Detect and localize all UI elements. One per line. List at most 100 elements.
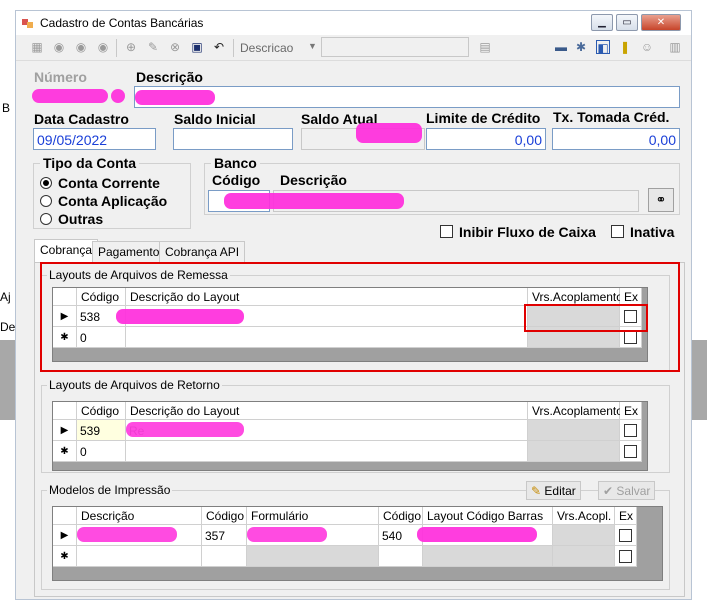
impressao-row1-layout[interactable] — [417, 525, 553, 546]
radio-conta-aplicacao[interactable]: Conta Aplicação — [40, 193, 167, 209]
banco-descricao-input — [224, 190, 639, 212]
background-panel-right — [692, 340, 707, 420]
minimize-button[interactable]: ▁ — [591, 14, 613, 31]
close-button[interactable]: ✕ — [641, 14, 681, 31]
retorno-row2-ex[interactable] — [620, 441, 642, 462]
delete-icon[interactable]: ⊗ — [168, 40, 182, 54]
saldo-inicial-input[interactable] — [173, 128, 293, 150]
col-descricao[interactable]: Descrição do Layout — [126, 402, 528, 420]
col-ex[interactable]: Ex — [620, 402, 642, 420]
impressao-row1-codigo[interactable]: 357 — [202, 525, 247, 546]
user-icon[interactable]: ☺ — [640, 40, 654, 54]
col-vrs-acopl[interactable]: Vrs.Acopl. — [553, 507, 615, 525]
numero-redacted — [32, 89, 108, 103]
tab-pagamento[interactable]: Pagamento — [92, 241, 166, 262]
settings-icon[interactable]: ✱ — [574, 40, 588, 54]
impressao-row1-vrs[interactable] — [553, 525, 615, 546]
limite-credito-input[interactable]: 0,00 — [426, 128, 546, 150]
col-ex[interactable]: Ex — [615, 507, 637, 525]
col-formulario[interactable]: Formulário — [247, 507, 379, 525]
retorno-row2-codigo[interactable]: 0 — [77, 441, 126, 462]
retorno-row2-vrs[interactable] — [528, 441, 620, 462]
tx-tomada-input[interactable]: 0,00 — [552, 128, 680, 150]
numero-label: Número — [34, 69, 87, 85]
impressao-row1-ex[interactable] — [615, 525, 637, 546]
last-record-icon[interactable]: ◉ — [96, 40, 110, 54]
exit-icon[interactable]: ▥ — [668, 40, 682, 54]
impressao-row2-descricao[interactable] — [77, 546, 202, 567]
saldo-atual-input[interactable] — [301, 123, 425, 150]
window-title: Cadastro de Contas Bancárias — [40, 16, 204, 30]
chevron-down-icon[interactable]: ▼ — [308, 41, 317, 51]
radio-outras[interactable]: Outras — [40, 211, 103, 227]
impressao-row2-layout[interactable] — [423, 546, 553, 567]
tx-tomada-label: Tx. Tomada Créd. — [553, 109, 670, 125]
banco-title: Banco — [211, 155, 260, 171]
title-bar: Cadastro de Contas Bancárias ▁ ▭ ✕ — [16, 11, 691, 35]
impressao-row2-codigo[interactable] — [202, 546, 247, 567]
impressao-row2-formulario[interactable] — [247, 546, 379, 567]
binoculars-icon: ⚭ — [655, 192, 667, 207]
inibir-fluxo-checkbox[interactable]: Inibir Fluxo de Caixa — [440, 224, 596, 240]
row-current-icon: ▶ — [53, 420, 77, 441]
highlight-vrs-acoplamento — [524, 304, 648, 332]
descricao-input[interactable] — [134, 86, 680, 108]
report-icon[interactable]: ◧ — [596, 40, 610, 55]
col-vrs-acoplamento[interactable]: Vrs.Acoplamento — [528, 402, 623, 420]
impressao-row1-descricao[interactable] — [77, 525, 202, 546]
window-list-icon[interactable]: ▬ — [554, 40, 568, 54]
search-field-label[interactable]: Descricao — [240, 41, 293, 55]
impressao-row2-ex[interactable] — [615, 546, 637, 567]
col-codigo-2[interactable]: Código — [379, 507, 423, 525]
save-button[interactable]: ✔ Salvar — [598, 481, 656, 500]
banco-descricao-label: Descrição — [280, 172, 347, 188]
toolbar: ▦ ◉ ◉ ◉ ⊕ ✎ ⊗ ▣ ↶ Descricao ▼ ▤ ▬ ✱ ◧ ❚ … — [16, 35, 691, 61]
retorno-row1-ex[interactable] — [620, 420, 642, 441]
limite-credito-label: Limite de Crédito — [426, 110, 541, 126]
retorno-row1-vrs[interactable] — [528, 420, 620, 441]
lamp-icon[interactable]: ❚ — [618, 40, 632, 54]
col-layout-codigo-barras[interactable]: Layout Código Barras — [423, 507, 553, 525]
maximize-button[interactable]: ▭ — [616, 14, 638, 31]
tx-tomada-value: 0,00 — [648, 132, 676, 148]
col-codigo[interactable]: Código — [202, 507, 247, 525]
edit-icon[interactable]: ✎ — [146, 40, 160, 54]
prev-record-icon[interactable]: ◉ — [52, 40, 66, 54]
impressao-grid: Descrição Código Formulário Código Layou… — [52, 506, 663, 581]
retorno-row1-descricao[interactable]: Re — [126, 420, 528, 441]
tab-cobranca-api[interactable]: Cobrança API — [159, 241, 246, 262]
impressao-row2-vrs[interactable] — [553, 546, 615, 567]
data-cadastro-input[interactable]: 09/05/2022 — [33, 128, 156, 150]
tab-cobranca[interactable]: Cobrança — [34, 239, 99, 263]
impressao-group: Modelos de Impressão ✎ Editar ✔ Salvar D… — [41, 481, 670, 590]
descricao-label: Descrição — [136, 69, 203, 85]
impressao-row2-codigo-2[interactable] — [379, 546, 423, 567]
background-panel — [0, 340, 15, 420]
saldo-inicial-label: Saldo Inicial — [174, 111, 256, 127]
app-icon — [22, 17, 34, 29]
check-icon: ✔ — [603, 484, 614, 498]
col-codigo[interactable]: Código — [77, 402, 126, 420]
undo-icon[interactable]: ↶ — [212, 40, 226, 54]
impressao-row1-formulario[interactable] — [247, 525, 379, 546]
banco-search-button[interactable]: ⚭ — [648, 188, 674, 212]
calculator-icon[interactable]: ▤ — [478, 40, 492, 54]
descricao-redacted — [135, 90, 215, 105]
inativa-checkbox[interactable]: Inativa — [611, 224, 674, 240]
add-icon[interactable]: ⊕ — [124, 40, 138, 54]
retorno-row2-descricao[interactable] — [126, 441, 528, 462]
edit-button[interactable]: ✎ Editar — [526, 481, 581, 500]
retorno-group: Layouts de Arquivos de Retorno Código De… — [41, 378, 670, 473]
tipo-conta-group: Tipo da Conta Conta Corrente Conta Aplic… — [33, 155, 191, 229]
saldo-atual-redacted — [356, 123, 422, 143]
row-new-icon: ✱ — [53, 441, 77, 462]
retorno-row1-codigo[interactable]: 539 — [77, 420, 126, 441]
first-record-icon[interactable]: ▦ — [30, 40, 44, 54]
save-icon[interactable]: ▣ — [190, 40, 204, 54]
next-record-icon[interactable]: ◉ — [74, 40, 88, 54]
pencil-icon: ✎ — [531, 484, 542, 498]
col-descricao[interactable]: Descrição — [77, 507, 202, 525]
search-input[interactable] — [321, 37, 469, 57]
background-label-aj: Aj — [0, 290, 11, 304]
radio-conta-corrente[interactable]: Conta Corrente — [40, 175, 160, 191]
